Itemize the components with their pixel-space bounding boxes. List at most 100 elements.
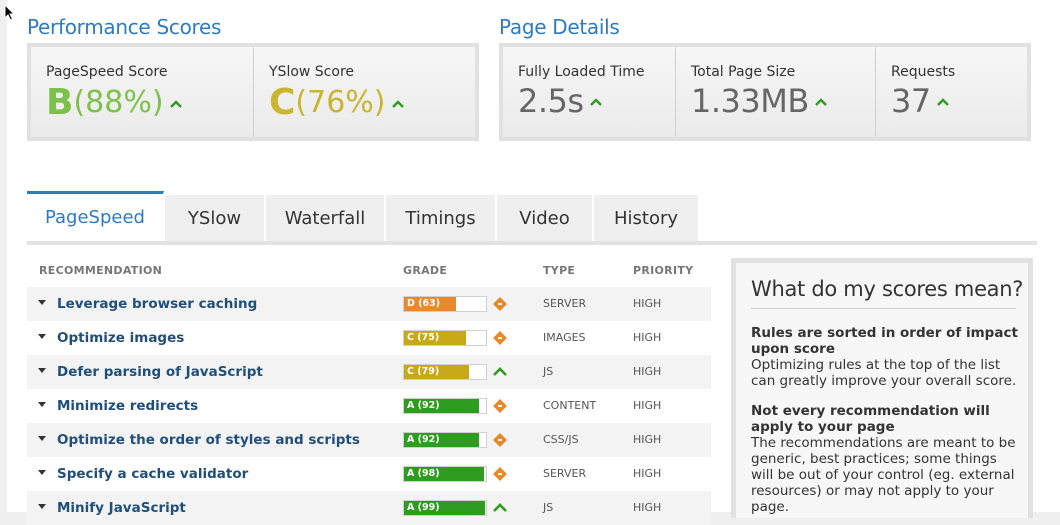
yslow-score-label: YSlow Score <box>269 64 355 80</box>
scores-help-title: What do my scores mean? <box>751 277 1024 301</box>
caret-down-icon[interactable] <box>38 504 46 510</box>
table-row[interactable]: Minify JavaScript A (99) JS HIGH <box>27 491 711 525</box>
requests-value: 37 <box>891 82 931 120</box>
row-priority: HIGH <box>633 331 662 344</box>
caret-down-icon[interactable] <box>38 300 46 306</box>
grade-bar: A (98) <box>403 466 487 482</box>
pagespeed-score-label: PageSpeed Score <box>46 64 168 80</box>
header-type: TYPE <box>543 264 576 277</box>
page-details-panel: Fully Loaded Time 2.5s Total Page Size 1… <box>499 43 1031 141</box>
row-type: SERVER <box>543 467 587 480</box>
table-row[interactable]: Optimize the order of styles and scripts… <box>27 423 711 457</box>
row-priority: HIGH <box>633 467 662 480</box>
grade-bar: D (63) <box>403 296 487 312</box>
help-paragraph-1-title: Rules are sorted in order of impact upon… <box>751 325 1018 357</box>
requests-card: Requests 37 <box>876 47 1027 137</box>
help-paragraph-2-title: Not every recommendation will apply to y… <box>751 403 990 435</box>
grade-bar-fill: D (63) <box>404 297 456 311</box>
yslow-score-card: YSlow Score C (76%) <box>254 47 475 137</box>
divider <box>751 308 1016 309</box>
row-type: CONTENT <box>543 399 597 412</box>
tab-video[interactable]: Video <box>497 195 593 241</box>
row-type: SERVER <box>543 297 587 310</box>
header-recommendation: RECOMMENDATION <box>39 264 163 277</box>
performance-scores-panel: PageSpeed Score B (88%) YSlow Score C (7… <box>27 43 479 141</box>
diamond-icon <box>493 466 507 485</box>
help-paragraph-1-text: Optimizing rules at the top of the list … <box>751 357 1017 389</box>
up-arrow-icon <box>391 100 404 108</box>
row-type: JS <box>543 365 554 378</box>
grade-bar: C (79) <box>403 364 487 380</box>
row-priority: HIGH <box>633 433 662 446</box>
total-size-label: Total Page Size <box>691 64 796 80</box>
tab-yslow[interactable]: YSlow <box>165 195 265 241</box>
help-paragraph-2-text: The recommendations are meant to be gene… <box>751 435 1016 515</box>
grade-bar-fill: A (99) <box>404 501 486 515</box>
diamond-icon <box>493 330 507 349</box>
recommendation-link[interactable]: Leverage browser caching <box>57 296 257 312</box>
grade-bar-fill: C (79) <box>404 365 469 379</box>
pagespeed-score-card: PageSpeed Score B (88%) <box>31 47 254 137</box>
page: Performance Scores PageSpeed Score B (88… <box>7 0 1060 525</box>
diamond-icon <box>493 296 507 315</box>
caret-down-icon[interactable] <box>38 368 46 374</box>
diamond-icon <box>493 432 507 451</box>
row-priority: HIGH <box>633 399 662 412</box>
fully-loaded-value: 2.5s <box>518 82 584 120</box>
tab-pagespeed[interactable]: PageSpeed <box>27 191 164 241</box>
grade-bar: C (75) <box>403 330 487 346</box>
table-row[interactable]: Optimize images C (75) IMAGES HIGH <box>27 321 711 355</box>
fully-loaded-label: Fully Loaded Time <box>518 64 645 80</box>
recommendation-link[interactable]: Defer parsing of JavaScript <box>57 364 263 380</box>
report-tabs: PageSpeed YSlow Waterfall Timings Video … <box>27 191 1037 245</box>
mouse-cursor-icon <box>4 4 16 21</box>
up-arrow-icon <box>493 500 507 519</box>
up-arrow-icon <box>936 98 949 106</box>
caret-down-icon[interactable] <box>38 470 46 476</box>
grade-bar-fill: A (98) <box>404 467 485 481</box>
grade-bar-fill: A (92) <box>404 399 480 413</box>
grade-bar-fill: C (75) <box>404 331 466 345</box>
help-paragraph-1: Rules are sorted in order of impact upon… <box>751 325 1021 389</box>
header-priority: PRIORITY <box>633 264 694 277</box>
total-size-card: Total Page Size 1.33MB <box>676 47 876 137</box>
scores-help-panel: What do my scores mean? Rules are sorted… <box>731 258 1033 518</box>
recommendation-link[interactable]: Optimize the order of styles and scripts <box>57 432 360 448</box>
recommendation-link[interactable]: Specify a cache validator <box>57 466 248 482</box>
performance-scores-title: Performance Scores <box>27 15 222 39</box>
recommendation-link[interactable]: Minify JavaScript <box>57 500 186 516</box>
recommendation-link[interactable]: Minimize redirects <box>57 398 198 414</box>
row-type: IMAGES <box>543 331 586 344</box>
up-arrow-icon <box>814 98 827 106</box>
header-grade: GRADE <box>403 264 448 277</box>
recommendation-link[interactable]: Optimize images <box>57 330 184 346</box>
diamond-icon <box>493 398 507 417</box>
caret-down-icon[interactable] <box>38 436 46 442</box>
up-arrow-icon <box>493 364 507 383</box>
table-row[interactable]: Minimize redirects A (92) CONTENT HIGH <box>27 389 711 423</box>
tab-waterfall[interactable]: Waterfall <box>266 195 385 241</box>
pagespeed-percent: (88%) <box>73 85 164 120</box>
up-arrow-icon <box>589 98 602 106</box>
tab-timings[interactable]: Timings <box>386 195 496 241</box>
grade-bar: A (99) <box>403 500 487 516</box>
row-priority: HIGH <box>633 365 662 378</box>
row-type: CSS/JS <box>543 433 579 446</box>
fully-loaded-card: Fully Loaded Time 2.5s <box>503 47 676 137</box>
grade-bar: A (92) <box>403 398 487 414</box>
table-row[interactable]: Defer parsing of JavaScript C (79) JS HI… <box>27 355 711 389</box>
pagespeed-grade: B <box>46 82 73 123</box>
up-arrow-icon <box>169 100 182 108</box>
row-priority: HIGH <box>633 297 662 310</box>
table-row[interactable]: Leverage browser caching D (63) SERVER H… <box>27 287 711 321</box>
requests-label: Requests <box>891 64 956 80</box>
page-details-title: Page Details <box>499 15 620 39</box>
caret-down-icon[interactable] <box>38 402 46 408</box>
help-paragraph-2: Not every recommendation will apply to y… <box>751 403 1021 515</box>
total-size-value: 1.33MB <box>691 82 809 120</box>
yslow-percent: (76%) <box>295 85 386 120</box>
caret-down-icon[interactable] <box>38 334 46 340</box>
grade-bar: A (92) <box>403 432 487 448</box>
tab-history[interactable]: History <box>594 195 699 241</box>
table-row[interactable]: Specify a cache validator A (98) SERVER … <box>27 457 711 491</box>
